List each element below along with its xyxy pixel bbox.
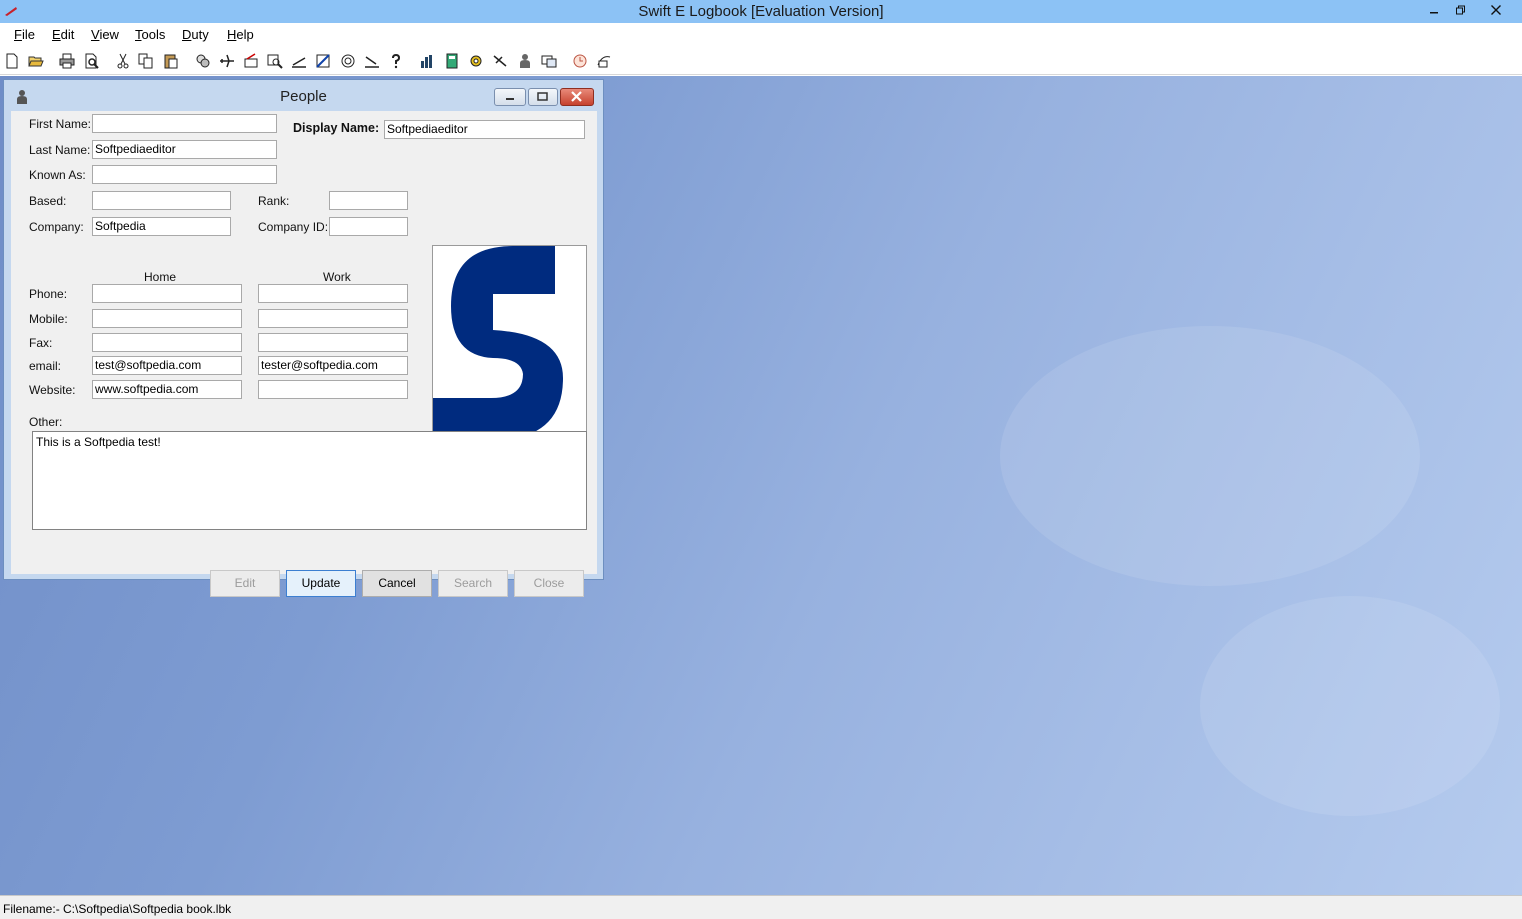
dialog-close-button[interactable] (560, 88, 594, 106)
other-label: Other: (29, 415, 63, 429)
help-icon[interactable] (388, 53, 404, 69)
home-website-field[interactable]: www.softpedia.com (92, 380, 242, 399)
copy-icon[interactable] (138, 53, 154, 69)
plane-icon[interactable] (492, 53, 508, 69)
rank-label: Rank: (258, 194, 290, 208)
print-icon[interactable] (59, 53, 75, 69)
home-mobile-field[interactable] (92, 309, 242, 328)
close-window-button[interactable] (1479, 0, 1513, 23)
aircraft-icon[interactable] (219, 53, 235, 69)
work-mobile-field[interactable] (258, 309, 408, 328)
work-fax-field[interactable] (258, 333, 408, 352)
close-icon (571, 91, 582, 102)
close-button[interactable]: Close (514, 570, 584, 597)
cut-icon[interactable] (115, 53, 131, 69)
paste-icon[interactable] (163, 53, 179, 69)
flight-icon[interactable] (243, 53, 259, 69)
known-as-label: Known As: (29, 168, 86, 182)
company-label: Company: (29, 220, 84, 234)
home-column-header: Home (144, 270, 177, 284)
phone-label: Phone: (29, 287, 68, 301)
display-name-field[interactable]: Softpediaeditor (384, 120, 585, 139)
menu-edit[interactable]: Edit (52, 27, 74, 42)
mobile-label: Mobile: (29, 312, 68, 326)
menu-duty[interactable]: Duty (182, 27, 209, 42)
work-phone-field[interactable] (258, 284, 408, 303)
restore-icon (1456, 5, 1465, 15)
minimize-icon (1430, 12, 1438, 14)
known-as-field[interactable] (92, 165, 277, 184)
cancel-button[interactable]: Cancel (362, 570, 432, 597)
calculator-icon[interactable] (444, 53, 460, 69)
work-column-header: Work (323, 270, 351, 284)
menu-bar: File Edit View Tools Duty Help (0, 23, 1522, 47)
restore-button[interactable] (1443, 0, 1477, 23)
menu-view[interactable]: View (91, 27, 119, 42)
email-label: email: (29, 359, 62, 373)
menu-help[interactable]: Help (227, 27, 254, 42)
status-bar: Filename:- C:\Softpedia\Softpedia book.l… (0, 895, 1522, 919)
work-website-field[interactable] (258, 380, 408, 399)
home-phone-field[interactable] (92, 284, 242, 303)
window-title: Swift E Logbook [Evaluation Version] (638, 3, 884, 20)
toolbar (0, 47, 1522, 75)
status-filename: Filename:- C:\Softpedia\Softpedia book.l… (3, 902, 232, 916)
chart-icon[interactable] (419, 53, 435, 69)
airport-icon[interactable] (340, 53, 356, 69)
based-label: Based: (29, 194, 67, 208)
people-dialog: People First Name: Display Name: Softped… (3, 79, 604, 597)
find-icon[interactable] (267, 53, 283, 69)
based-field[interactable] (92, 191, 231, 210)
update-button[interactable]: Update (286, 570, 356, 597)
clock-icon[interactable] (572, 53, 588, 69)
fax-label: Fax: (29, 336, 53, 350)
company-id-label: Company ID: (258, 220, 329, 234)
first-name-field[interactable] (92, 114, 277, 133)
title-bar: Swift E Logbook [Evaluation Version] (0, 0, 1522, 23)
maximize-icon (537, 92, 548, 101)
home-email-field[interactable]: test@softpedia.com (92, 356, 242, 375)
background-cloud (1200, 596, 1500, 816)
dialog-maximize-button[interactable] (528, 88, 558, 106)
last-name-label: Last Name: (29, 143, 91, 157)
close-icon (1491, 5, 1501, 15)
company-field[interactable]: Softpedia (92, 217, 231, 236)
other-notes-textarea[interactable]: This is a Softpedia test! (32, 431, 587, 530)
company-id-field[interactable] (329, 217, 408, 236)
new-icon[interactable] (4, 53, 20, 69)
person-photo[interactable] (432, 245, 587, 445)
menu-tools[interactable]: Tools (135, 27, 165, 42)
background-cloud (1000, 326, 1420, 586)
rank-field[interactable] (329, 191, 408, 210)
first-name-label: First Name: (29, 117, 92, 131)
menu-file[interactable]: File (14, 27, 35, 42)
people-icon[interactable] (517, 53, 533, 69)
export-icon[interactable] (596, 53, 612, 69)
settings-icon[interactable] (468, 53, 484, 69)
search-records-icon[interactable] (195, 53, 211, 69)
home-fax-field[interactable] (92, 333, 242, 352)
work-email-field[interactable]: tester@softpedia.com (258, 356, 408, 375)
dialog-minimize-button[interactable] (494, 88, 526, 106)
map-icon[interactable] (315, 53, 331, 69)
softpedia-s-logo-icon (433, 246, 563, 440)
edit-button[interactable]: Edit (210, 570, 280, 597)
display-name-label: Display Name: (293, 121, 380, 135)
last-name-field[interactable]: Softpediaeditor (92, 140, 277, 159)
website-label: Website: (29, 383, 76, 397)
dialog-body: First Name: Display Name: Softpediaedito… (11, 111, 597, 597)
landing-icon[interactable] (364, 53, 380, 69)
search-button[interactable]: Search (438, 570, 508, 597)
open-icon[interactable] (28, 53, 44, 69)
tools-icon[interactable] (541, 53, 557, 69)
print-preview-icon[interactable] (84, 53, 100, 69)
minimize-icon (506, 98, 514, 100)
takeoff-icon[interactable] (291, 53, 307, 69)
